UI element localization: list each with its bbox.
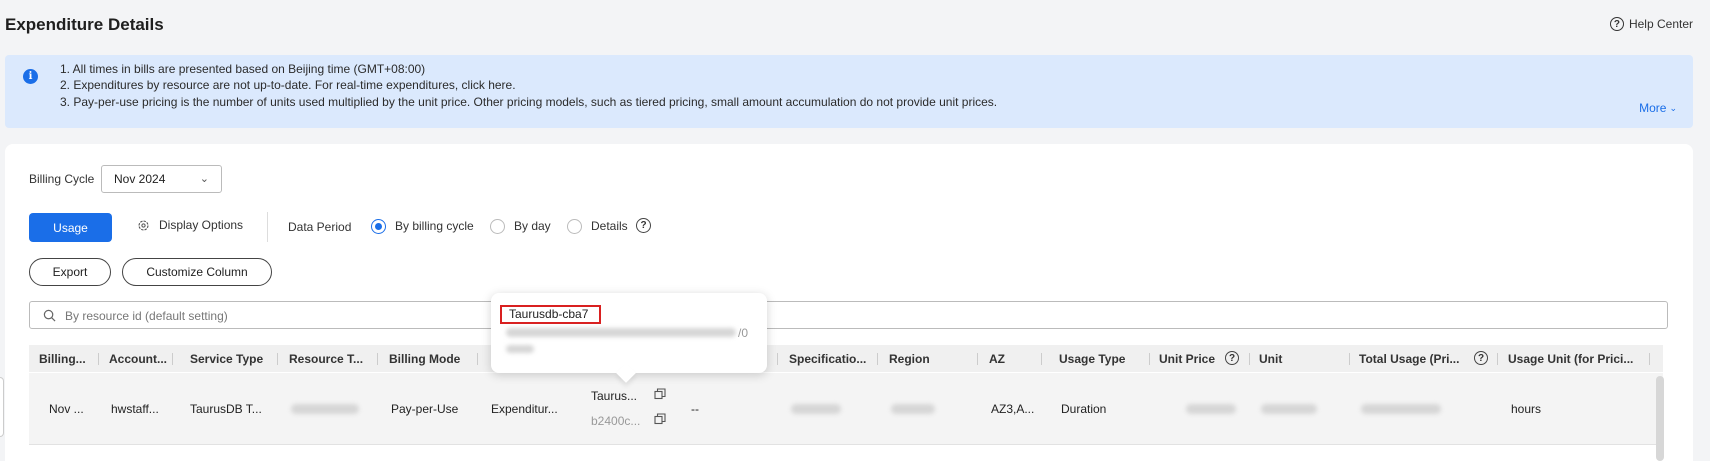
cell-unit-price-blurred	[1186, 404, 1236, 414]
usage-button[interactable]: Usage	[29, 213, 112, 242]
copy-icon[interactable]	[654, 413, 666, 425]
search-box[interactable]: By resource id (default setting)	[29, 301, 1668, 329]
cell-service-type: TaurusDB T...	[190, 402, 262, 416]
col-separator	[1497, 353, 1498, 365]
cell-billing-mode: Pay-per-Use	[391, 402, 459, 416]
search-input[interactable]: By resource id (default setting)	[65, 309, 228, 323]
notice-banner: i 1. All times in bills are presented ba…	[5, 55, 1693, 128]
cell-resource-name[interactable]: Taurus...	[591, 389, 637, 403]
col-billing-mode[interactable]: Billing Mode	[389, 352, 460, 366]
col-separator	[1249, 353, 1250, 365]
cell-region-blurred	[891, 404, 935, 414]
col-separator	[1149, 353, 1150, 365]
data-period-label: Data Period	[288, 220, 352, 234]
col-az[interactable]: AZ	[989, 352, 1005, 366]
copy-icon[interactable]	[654, 388, 666, 400]
radio-details-label[interactable]: Details	[591, 219, 628, 233]
col-service-type[interactable]: Service Type	[190, 352, 263, 366]
cell-resource-id[interactable]: b2400c...	[591, 414, 640, 428]
cell-specification-blurred	[791, 404, 841, 414]
col-region[interactable]: Region	[889, 352, 930, 366]
vertical-scrollbar[interactable]	[1656, 376, 1664, 461]
billing-cycle-label: Billing Cycle	[29, 172, 95, 186]
search-icon	[43, 309, 56, 322]
col-separator	[777, 353, 778, 365]
total-usage-help-icon[interactable]: ?	[1474, 351, 1488, 365]
help-icon: ?	[1609, 17, 1624, 31]
unit-price-help-icon[interactable]: ?	[1225, 351, 1239, 365]
more-link[interactable]: More ⌄	[1639, 101, 1677, 115]
more-label: More	[1639, 101, 1667, 115]
col-separator	[477, 353, 478, 365]
col-usage-type[interactable]: Usage Type	[1059, 352, 1125, 366]
tooltip-resource-name: Taurusdb-cba7	[500, 305, 601, 324]
customize-column-button[interactable]: Customize Column	[122, 258, 272, 286]
cell-expenditure-type: Expenditur...	[491, 402, 558, 416]
cell-resource-type-blurred	[291, 404, 359, 414]
col-separator	[172, 353, 173, 365]
notice-line-1: 1. All times in bills are presented base…	[60, 62, 426, 76]
details-help-icon[interactable]: ?	[636, 218, 651, 233]
notice-line-2[interactable]: 2. Expenditures by resource are not up-t…	[60, 78, 516, 92]
radio-by-day[interactable]	[490, 219, 505, 234]
col-billing-cycle[interactable]: Billing...	[39, 352, 86, 366]
radio-by-billing-cycle-label[interactable]: By billing cycle	[395, 219, 474, 233]
chevron-down-icon: ⌄	[199, 173, 209, 185]
cell-billing-cycle: Nov ...	[49, 402, 84, 416]
info-icon: i	[23, 69, 38, 84]
col-separator	[98, 353, 99, 365]
col-account[interactable]: Account...	[109, 352, 167, 366]
col-unit-price[interactable]: Unit Price	[1159, 352, 1215, 366]
page-title: Expenditure Details	[5, 15, 164, 34]
side-panel-handle[interactable]	[0, 377, 4, 437]
col-unit[interactable]: Unit	[1259, 352, 1282, 366]
help-center-label: Help Center	[1628, 17, 1693, 31]
col-resource-type[interactable]: Resource T...	[289, 352, 363, 366]
help-center-link[interactable]: ? Help Center	[1609, 17, 1693, 31]
notice-line-3: 3. Pay-per-use pricing is the number of …	[60, 95, 998, 109]
cell-usage-type: Duration	[1061, 402, 1107, 416]
col-usage-unit[interactable]: Usage Unit (for Prici...	[1508, 352, 1633, 366]
radio-details[interactable]	[567, 219, 582, 234]
gear-icon	[138, 219, 149, 231]
col-separator	[1649, 353, 1650, 365]
table-row[interactable]: Nov ... hwstaff... TaurusDB T... Pay-per…	[29, 373, 1663, 445]
col-specification[interactable]: Specificatio...	[789, 352, 866, 366]
cell-az: AZ3,A...	[991, 402, 1035, 416]
col-separator	[1041, 353, 1042, 365]
billing-cycle-select[interactable]: Nov 2024 ⌄	[101, 165, 222, 193]
col-total-usage[interactable]: Total Usage (Pri...	[1359, 352, 1459, 366]
col-separator	[277, 353, 278, 365]
cell-total-usage-blurred	[1361, 404, 1441, 414]
radio-by-billing-cycle[interactable]	[371, 219, 386, 234]
display-options-button[interactable]: Display Options	[137, 218, 243, 232]
toolbar-divider	[267, 212, 268, 242]
display-options-label: Display Options	[159, 218, 244, 232]
cell-usage-unit: hours	[1511, 402, 1542, 416]
col-separator	[377, 353, 378, 365]
export-button[interactable]: Export	[29, 258, 111, 286]
cell-account: hwstaff...	[111, 402, 159, 416]
cell-tag: --	[691, 402, 699, 416]
billing-cycle-value: Nov 2024	[114, 172, 166, 186]
cell-unit-blurred	[1261, 404, 1317, 414]
table-header: Billing... Account... Service Type Resou…	[29, 345, 1663, 372]
col-separator	[877, 353, 878, 365]
chevron-down-icon: ⌄	[1669, 102, 1677, 113]
col-separator	[1349, 353, 1350, 365]
tooltip-detail-tail: /0	[738, 326, 749, 340]
tooltip-detail-blurred	[506, 345, 534, 353]
radio-by-day-label[interactable]: By day	[514, 219, 551, 233]
tooltip-detail-blurred	[506, 328, 736, 337]
resource-tooltip: Taurusdb-cba7 /0	[491, 293, 767, 383]
col-separator	[977, 353, 978, 365]
